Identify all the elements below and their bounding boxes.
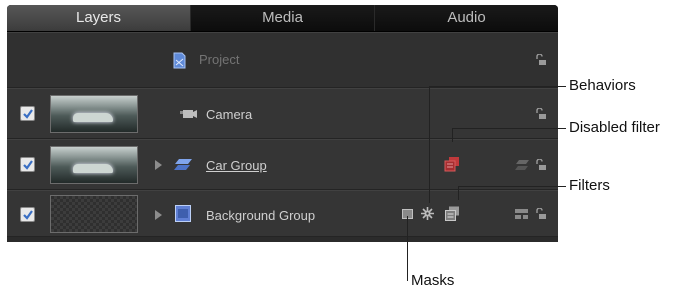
stacked-layers-icon[interactable] — [515, 159, 529, 171]
layer-thumbnail — [50, 95, 138, 133]
checkmark-icon — [23, 210, 33, 220]
background-group-icon — [175, 205, 191, 222]
tab-layers[interactable]: Layers — [7, 5, 191, 31]
lock-icon[interactable] — [535, 159, 547, 171]
masks-callout: Masks — [411, 272, 455, 289]
lock-icon[interactable] — [535, 54, 547, 66]
layer-options-icon[interactable] — [515, 208, 529, 220]
group-layers-icon — [174, 159, 192, 170]
layer-thumbnail — [50, 146, 138, 184]
tab-media[interactable]: Media — [191, 5, 375, 31]
disabled-filter-callout-line-v — [452, 128, 453, 142]
behaviors-callout-line-v — [429, 86, 430, 203]
layer-row-camera[interactable]: Camera — [7, 88, 558, 139]
tab-bar: Layers Media Audio — [7, 5, 558, 32]
layer-row-car-group[interactable]: Car Group — [7, 139, 558, 190]
layer-row-background-group[interactable]: Background Group — [7, 190, 558, 237]
layer-thumbnail — [50, 195, 138, 233]
disclosure-triangle-icon[interactable] — [155, 160, 162, 170]
disclosure-triangle-icon[interactable] — [155, 210, 162, 220]
behavior-gear-icon[interactable] — [421, 207, 434, 220]
enable-checkbox[interactable] — [20, 207, 35, 222]
lock-icon[interactable] — [535, 208, 547, 220]
enable-checkbox[interactable] — [20, 157, 35, 172]
masks-callout-line — [407, 216, 408, 281]
checkmark-icon — [23, 109, 33, 119]
project-label: Project — [199, 52, 240, 67]
disabled-filter-icon[interactable] — [444, 156, 460, 172]
camera-label: Camera — [206, 107, 253, 122]
background-group-label: Background Group — [206, 208, 316, 223]
lock-icon[interactable] — [535, 108, 547, 120]
enable-checkbox[interactable] — [20, 106, 35, 121]
car-group-label[interactable]: Car Group — [206, 158, 267, 173]
filters-callout: Filters — [569, 177, 610, 194]
camera-icon — [180, 110, 197, 118]
behaviors-callout: Behaviors — [569, 77, 636, 94]
filters-callout-line-h — [458, 186, 566, 187]
tab-audio[interactable]: Audio — [375, 5, 558, 31]
document-icon — [173, 52, 186, 69]
disabled-filter-callout: Disabled filter — [569, 119, 660, 136]
project-row[interactable]: Project — [7, 32, 558, 88]
checkmark-icon — [23, 160, 33, 170]
filters-callout-line-v — [458, 186, 459, 200]
layers-panel: Layers Media Audio Project Camera Car Gr… — [7, 5, 558, 242]
disabled-filter-callout-line-h — [452, 128, 566, 129]
behaviors-callout-line-h — [429, 86, 566, 87]
filter-icon[interactable] — [445, 206, 460, 221]
